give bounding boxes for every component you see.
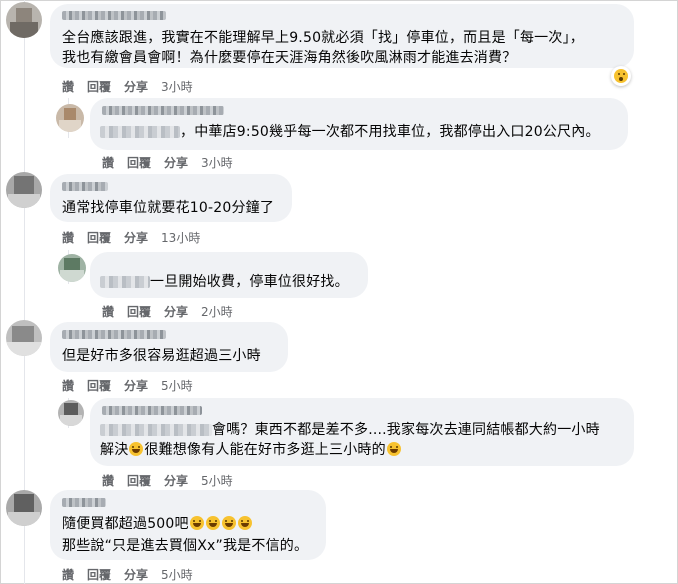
timestamp[interactable]: 3小時 bbox=[201, 156, 233, 170]
timestamp[interactable]: 5小時 bbox=[201, 474, 233, 488]
author-name[interactable] bbox=[102, 406, 202, 415]
comment-actions: 讚回覆 分享 5小時 bbox=[102, 472, 246, 489]
reply-text: 會嗎？東西不都是差不多....我家每次去連同結帳都大約一小時 bbox=[100, 420, 600, 440]
reply-text: ，中華店9:50幾乎每一次都不用找車位，我都停出入口20公尺內。 bbox=[100, 122, 600, 142]
author-name[interactable] bbox=[62, 182, 108, 191]
timestamp[interactable]: 5小時 bbox=[161, 379, 193, 393]
comment-text: 那些說“只是進去買個Xx”我是不信的。 bbox=[62, 538, 309, 554]
comment-text: 全台應該跟進，我實在不能理解早上9.50就必須「找」停車位，而且是「每一次」， bbox=[62, 30, 584, 46]
reply-button[interactable]: 回覆 bbox=[127, 305, 151, 319]
comment-actions: 讚回覆 分享 3小時 bbox=[62, 78, 206, 95]
comment-text: 通常找停車位就要花10-20分鐘了 bbox=[62, 200, 275, 216]
reply-button[interactable]: 回覆 bbox=[87, 568, 111, 582]
comment-bubble: 通常找停車位就要花10-20分鐘了 bbox=[50, 174, 292, 222]
author-name[interactable] bbox=[62, 11, 166, 20]
grin-emoji-icon bbox=[237, 516, 252, 530]
share-button[interactable]: 分享 bbox=[164, 305, 188, 319]
avatar[interactable] bbox=[6, 2, 42, 38]
smile-emoji-icon bbox=[129, 442, 144, 456]
reply-text: 一旦開始收費，停車位很好找。 bbox=[100, 272, 349, 292]
share-button[interactable]: 分享 bbox=[164, 474, 188, 488]
reply-text: 解決 很難想像有人能在好市多逛上三小時的 bbox=[100, 440, 402, 460]
author-name[interactable] bbox=[62, 330, 166, 339]
comment-bubble: 但是好市多很容易逛超過三小時 bbox=[50, 322, 288, 372]
comment-text: 我也有繳會員會啊！為什麼要停在天涯海角然後吹風淋雨才能進去消費？ bbox=[62, 50, 517, 66]
like-button[interactable]: 讚 bbox=[62, 568, 74, 582]
share-button[interactable]: 分享 bbox=[164, 156, 188, 170]
laughing-emoji-icon bbox=[386, 442, 401, 456]
grin-emoji-icon bbox=[221, 516, 236, 530]
author-name[interactable] bbox=[62, 498, 106, 507]
like-button[interactable]: 讚 bbox=[102, 305, 114, 319]
timestamp[interactable]: 5小時 bbox=[161, 568, 193, 582]
share-button[interactable]: 分享 bbox=[124, 231, 148, 245]
avatar[interactable] bbox=[6, 172, 42, 208]
reply-bubble: ，中華店9:50幾乎每一次都不用找車位，我都停出入口20公尺內。 bbox=[90, 98, 628, 150]
reply-bubble: 會嗎？東西不都是差不多....我家每次去連同結帳都大約一小時 解決 很難想像有人能… bbox=[90, 398, 634, 466]
share-button[interactable]: 分享 bbox=[124, 568, 148, 582]
author-name[interactable] bbox=[102, 106, 224, 115]
comment-actions: 讚回覆 分享 13小時 bbox=[62, 229, 213, 246]
avatar[interactable] bbox=[58, 254, 86, 282]
comment-text: 隨便買都超過500吧 bbox=[62, 514, 253, 534]
comment-actions: 讚回覆 分享 2小時 bbox=[102, 303, 246, 320]
avatar[interactable] bbox=[6, 320, 42, 356]
timestamp[interactable]: 3小時 bbox=[161, 80, 193, 94]
comment-actions: 讚回覆 分享 5小時 bbox=[62, 377, 206, 394]
like-button[interactable]: 讚 bbox=[102, 156, 114, 170]
reply-button[interactable]: 回覆 bbox=[127, 156, 151, 170]
wow-reaction-icon[interactable] bbox=[611, 66, 631, 86]
like-button[interactable]: 讚 bbox=[62, 231, 74, 245]
reply-bubble: 一旦開始收費，停車位很好找。 bbox=[90, 252, 368, 298]
timestamp[interactable]: 13小時 bbox=[161, 231, 200, 245]
like-button[interactable]: 讚 bbox=[62, 80, 74, 94]
comment-bubble: 全台應該跟進，我實在不能理解早上9.50就必須「找」停車位，而且是「每一次」， … bbox=[50, 4, 634, 68]
reply-button[interactable]: 回覆 bbox=[87, 231, 111, 245]
like-button[interactable]: 讚 bbox=[102, 474, 114, 488]
grin-emoji-icon bbox=[189, 516, 204, 530]
comment-bubble: 隨便買都超過500吧 那些說“只是進去買個Xx”我是不信的。 bbox=[50, 490, 326, 560]
avatar[interactable] bbox=[56, 104, 84, 132]
reply-button[interactable]: 回覆 bbox=[127, 474, 151, 488]
avatar[interactable] bbox=[58, 400, 84, 426]
comment-actions: 讚回覆 分享 3小時 bbox=[102, 154, 246, 171]
avatar[interactable] bbox=[6, 490, 42, 526]
comment-text: 但是好市多很容易逛超過三小時 bbox=[62, 348, 261, 364]
timestamp[interactable]: 2小時 bbox=[201, 305, 233, 319]
grin-emoji-icon bbox=[205, 516, 220, 530]
like-button[interactable]: 讚 bbox=[62, 379, 74, 393]
comment-actions: 讚回覆 分享 5小時 bbox=[62, 566, 206, 583]
reply-button[interactable]: 回覆 bbox=[87, 379, 111, 393]
share-button[interactable]: 分享 bbox=[124, 80, 148, 94]
reply-button[interactable]: 回覆 bbox=[87, 80, 111, 94]
share-button[interactable]: 分享 bbox=[124, 379, 148, 393]
